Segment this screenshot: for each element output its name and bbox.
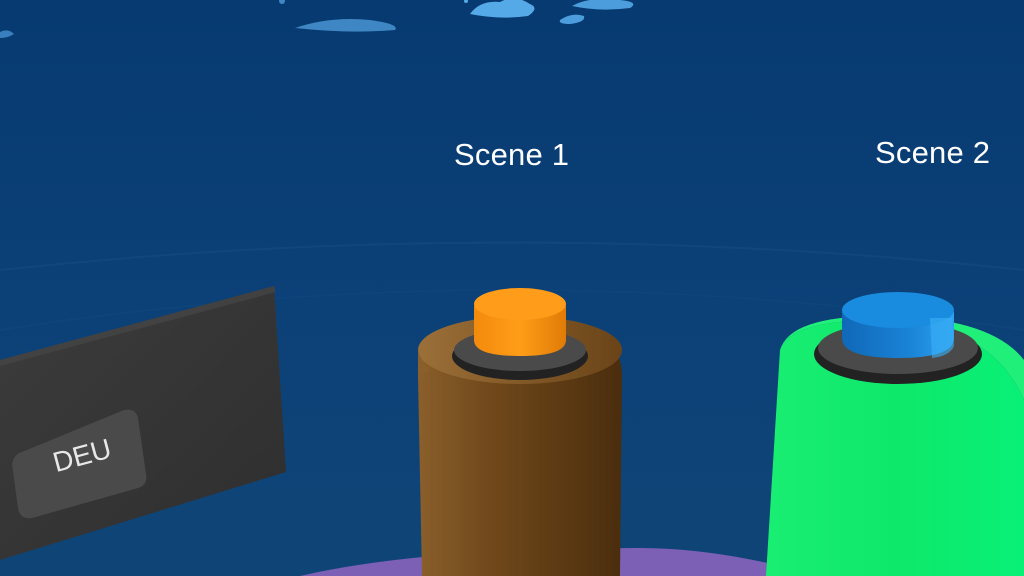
vr-scene: Scene 1 Scene 2 uage DEU	[0, 0, 1024, 576]
scene-2-label: Scene 2	[875, 135, 991, 170]
scene-backdrop	[0, 0, 1024, 576]
scene-1-button[interactable]	[474, 288, 566, 356]
scene-2-button[interactable]	[842, 292, 954, 358]
scene-1-label: Scene 1	[454, 137, 570, 172]
